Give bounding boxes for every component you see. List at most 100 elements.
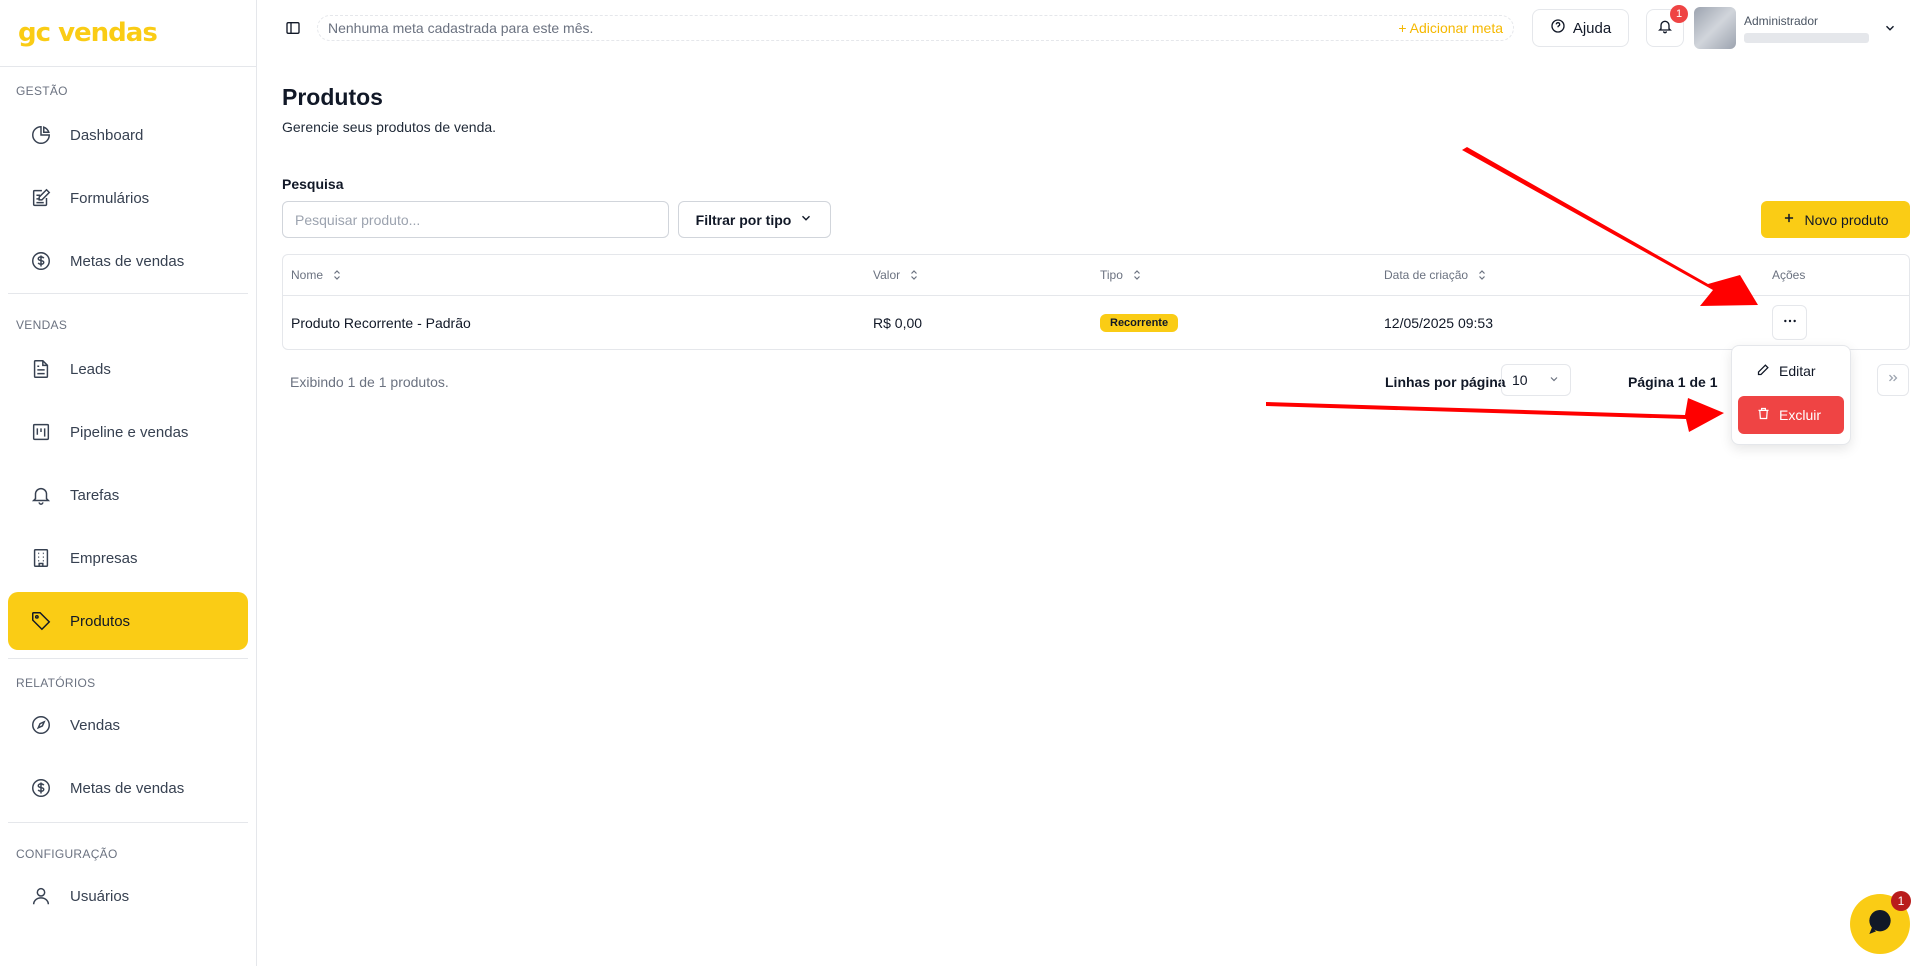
sort-icon <box>1476 269 1488 281</box>
sidebar-item-label: Produtos <box>70 612 131 630</box>
chevron-down-icon <box>799 211 813 228</box>
filter-type-button[interactable]: Filtrar por tipo <box>678 201 831 238</box>
table-header: Nome Valor Tipo Data de criação Ações <box>283 255 1909 296</box>
dollar-circle-icon <box>29 249 53 273</box>
help-circle-icon <box>1550 18 1566 38</box>
search-input[interactable] <box>282 201 669 238</box>
sidebar-item-produtos[interactable]: Produtos <box>8 592 248 650</box>
filter-label: Filtrar por tipo <box>695 211 792 228</box>
sidebar-item-usuarios[interactable]: Usuários <box>8 867 248 925</box>
annotation-arrow-delete <box>1266 398 1724 432</box>
tag-icon <box>29 609 53 633</box>
column-header-acoes: Ações <box>1772 268 1806 282</box>
products-table: Nome Valor Tipo Data de criação Ações Pr… <box>282 254 1910 350</box>
sidebar-item-relatorio-metas[interactable]: Metas de vendas <box>8 759 248 817</box>
edit-label: Editar <box>1779 363 1816 379</box>
kanban-icon <box>29 420 53 444</box>
sidebar-item-pipeline[interactable]: Pipeline e vendas <box>8 403 248 461</box>
row-actions-button[interactable] <box>1772 305 1807 340</box>
sidebar-item-label: Dashboard <box>70 126 144 144</box>
chevron-down-icon[interactable] <box>1882 20 1898 36</box>
user-info: Administrador <box>1744 14 1874 43</box>
rows-per-page-value: 10 <box>1512 372 1528 388</box>
sidebar-item-metas-de-vendas[interactable]: Metas de vendas <box>8 232 248 290</box>
sidebar-item-label: Leads <box>70 360 111 378</box>
notification-badge: 1 <box>1670 5 1688 23</box>
topbar: Nenhuma meta cadastrada para este mês. +… <box>257 0 1920 56</box>
section-label-configuracao: CONFIGURAÇÃO <box>16 847 118 861</box>
last-page-button[interactable] <box>1877 364 1909 396</box>
help-label: Ajuda <box>1572 19 1612 37</box>
new-product-button[interactable]: Novo produto <box>1761 201 1910 238</box>
brand-logo[interactable]: gc vendas <box>0 0 256 67</box>
sidebar-item-label: Usuários <box>70 887 130 905</box>
trash-icon <box>1756 406 1771 424</box>
bell-icon <box>29 483 53 507</box>
sidebar-item-label: Metas de vendas <box>70 252 185 270</box>
new-product-label: Novo produto <box>1804 211 1889 228</box>
results-count: Exibindo 1 de 1 produtos. <box>290 374 449 390</box>
sort-icon <box>908 269 920 281</box>
ellipsis-icon <box>1782 313 1798 332</box>
sidebar-item-leads[interactable]: Leads <box>8 340 248 398</box>
sort-icon <box>1131 269 1143 281</box>
user-role: Administrador <box>1744 13 1819 28</box>
help-button[interactable]: Ajuda <box>1532 9 1629 47</box>
product-name: Produto Recorrente - Padrão <box>291 314 471 331</box>
goal-bar: Nenhuma meta cadastrada para este mês. +… <box>317 15 1514 41</box>
rows-per-page-select[interactable]: 10 <box>1501 364 1571 396</box>
sidebar-item-label: Tarefas <box>70 486 120 504</box>
column-header-tipo[interactable]: Tipo <box>1100 268 1143 282</box>
page-subtitle: Gerencie seus produtos de venda. <box>282 119 497 135</box>
add-goal-link[interactable]: + Adicionar meta <box>1398 20 1503 36</box>
form-edit-icon <box>29 186 53 210</box>
annotation-arrows <box>1266 147 1758 432</box>
sidebar-item-vendas[interactable]: Vendas <box>8 696 248 754</box>
pie-chart-icon <box>29 123 53 147</box>
delete-label: Excluir <box>1779 407 1822 423</box>
compass-icon <box>29 713 53 737</box>
sidebar-item-dashboard[interactable]: Dashboard <box>8 106 248 164</box>
avatar <box>1694 7 1736 49</box>
edit-menu-item[interactable]: Editar <box>1738 352 1844 390</box>
chevrons-right-icon <box>1886 371 1900 390</box>
section-label-relatorios: RELATÓRIOS <box>16 676 96 690</box>
goal-status-text: Nenhuma meta cadastrada para este mês. <box>328 20 594 36</box>
sidebar-item-label: Pipeline e vendas <box>70 423 189 441</box>
sidebar: gc vendas GESTÃO Dashboard Formulários M… <box>0 0 257 966</box>
sidebar-item-label: Formulários <box>70 189 150 207</box>
dollar-circle-icon <box>29 776 53 800</box>
chat-bubble-icon <box>1864 906 1896 943</box>
table-row: Produto Recorrente - Padrão R$ 0,00 Reco… <box>283 296 1909 349</box>
type-badge: Recorrente <box>1100 313 1179 332</box>
chat-widget-button[interactable]: 1 <box>1850 891 1911 954</box>
section-label-vendas: VENDAS <box>16 318 68 332</box>
user-menu[interactable]: Administrador <box>1694 7 1898 49</box>
document-icon <box>29 357 53 381</box>
user-icon <box>29 884 53 908</box>
column-header-valor[interactable]: Valor <box>873 268 920 282</box>
column-header-data[interactable]: Data de criação <box>1384 268 1488 282</box>
sidebar-toggle-icon[interactable] <box>283 18 303 38</box>
section-label-gestao: GESTÃO <box>16 84 68 98</box>
building-icon <box>29 546 53 570</box>
chevron-down-icon <box>1548 372 1560 388</box>
plus-icon <box>1782 211 1796 228</box>
sidebar-item-tarefas[interactable]: Tarefas <box>8 466 248 524</box>
created-date: 12/05/2025 09:53 <box>1384 314 1493 331</box>
sidebar-item-formularios[interactable]: Formulários <box>8 169 248 227</box>
sort-icon <box>331 269 343 281</box>
sidebar-item-label: Vendas <box>70 716 121 734</box>
bell-icon <box>1657 18 1673 39</box>
sidebar-item-label: Metas de vendas <box>70 779 185 797</box>
delete-menu-item[interactable]: Excluir <box>1738 396 1844 434</box>
notifications-button[interactable]: 1 <box>1646 5 1688 47</box>
column-header-nome[interactable]: Nome <box>291 268 343 282</box>
pencil-icon <box>1756 362 1771 380</box>
page-title: Produtos <box>282 84 383 110</box>
sidebar-item-empresas[interactable]: Empresas <box>8 529 248 587</box>
row-actions-menu: Editar Excluir <box>1731 345 1851 445</box>
chat-badge: 1 <box>1891 891 1911 911</box>
page-indicator: Página 1 de 1 <box>1628 374 1718 390</box>
search-label: Pesquisa <box>282 176 344 192</box>
